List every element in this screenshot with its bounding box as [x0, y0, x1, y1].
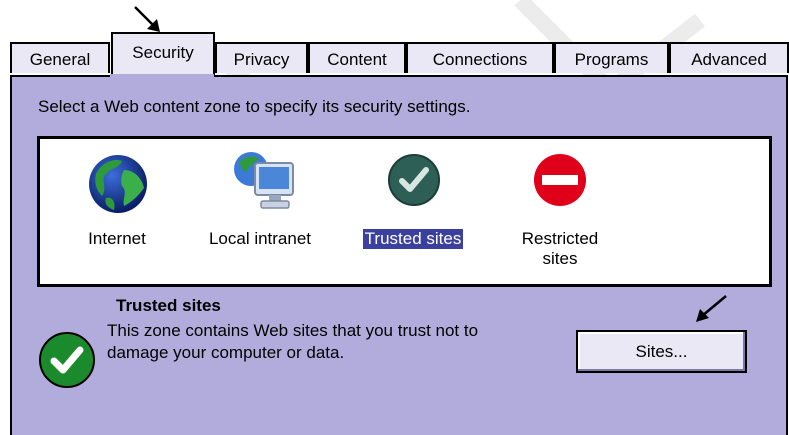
zone-label: Local intranet	[208, 229, 312, 248]
sites-button[interactable]: Sites...	[576, 330, 747, 373]
zone-trusted-sites[interactable]: Trusted sites	[348, 147, 478, 257]
tab-general[interactable]: General	[10, 42, 110, 73]
arrow-security-indicator	[134, 6, 160, 32]
zone-label-line1: Restricted	[521, 229, 599, 248]
arrow-sites-indicator	[696, 295, 727, 322]
instruction-text: Select a Web content zone to specify its…	[38, 97, 471, 116]
zone-label: Internet	[88, 229, 146, 248]
zone-local-intranet[interactable]: Local intranet	[185, 147, 335, 257]
active-tab-join	[110, 74, 214, 79]
checkmark-icon	[39, 332, 95, 388]
computer-globe-icon	[234, 152, 294, 209]
tab-advanced[interactable]: Advanced	[669, 42, 789, 73]
tab-strip: General Security Privacy Content Connect…	[10, 32, 789, 78]
tab-security[interactable]: Security	[111, 32, 215, 75]
zone-detail-description: This zone contains Web sites that you tr…	[107, 321, 479, 362]
zone-detail-title: Trusted sites	[116, 296, 221, 315]
no-entry-icon	[534, 154, 586, 206]
checkmark-icon	[388, 154, 440, 206]
zone-list[interactable]: Internet Local intranet Trusted sites Re…	[37, 136, 772, 287]
tab-content[interactable]: Content	[308, 42, 406, 73]
zone-restricted-sites[interactable]: Restricted sites	[505, 147, 615, 277]
zone-label-line2: sites	[542, 249, 578, 268]
tab-privacy[interactable]: Privacy	[215, 42, 308, 73]
zone-internet[interactable]: Internet	[72, 147, 162, 257]
tab-programs[interactable]: Programs	[554, 42, 669, 73]
globe-icon	[89, 155, 147, 213]
zone-label: Trusted sites	[362, 229, 464, 249]
tab-connections[interactable]: Connections	[406, 42, 554, 73]
